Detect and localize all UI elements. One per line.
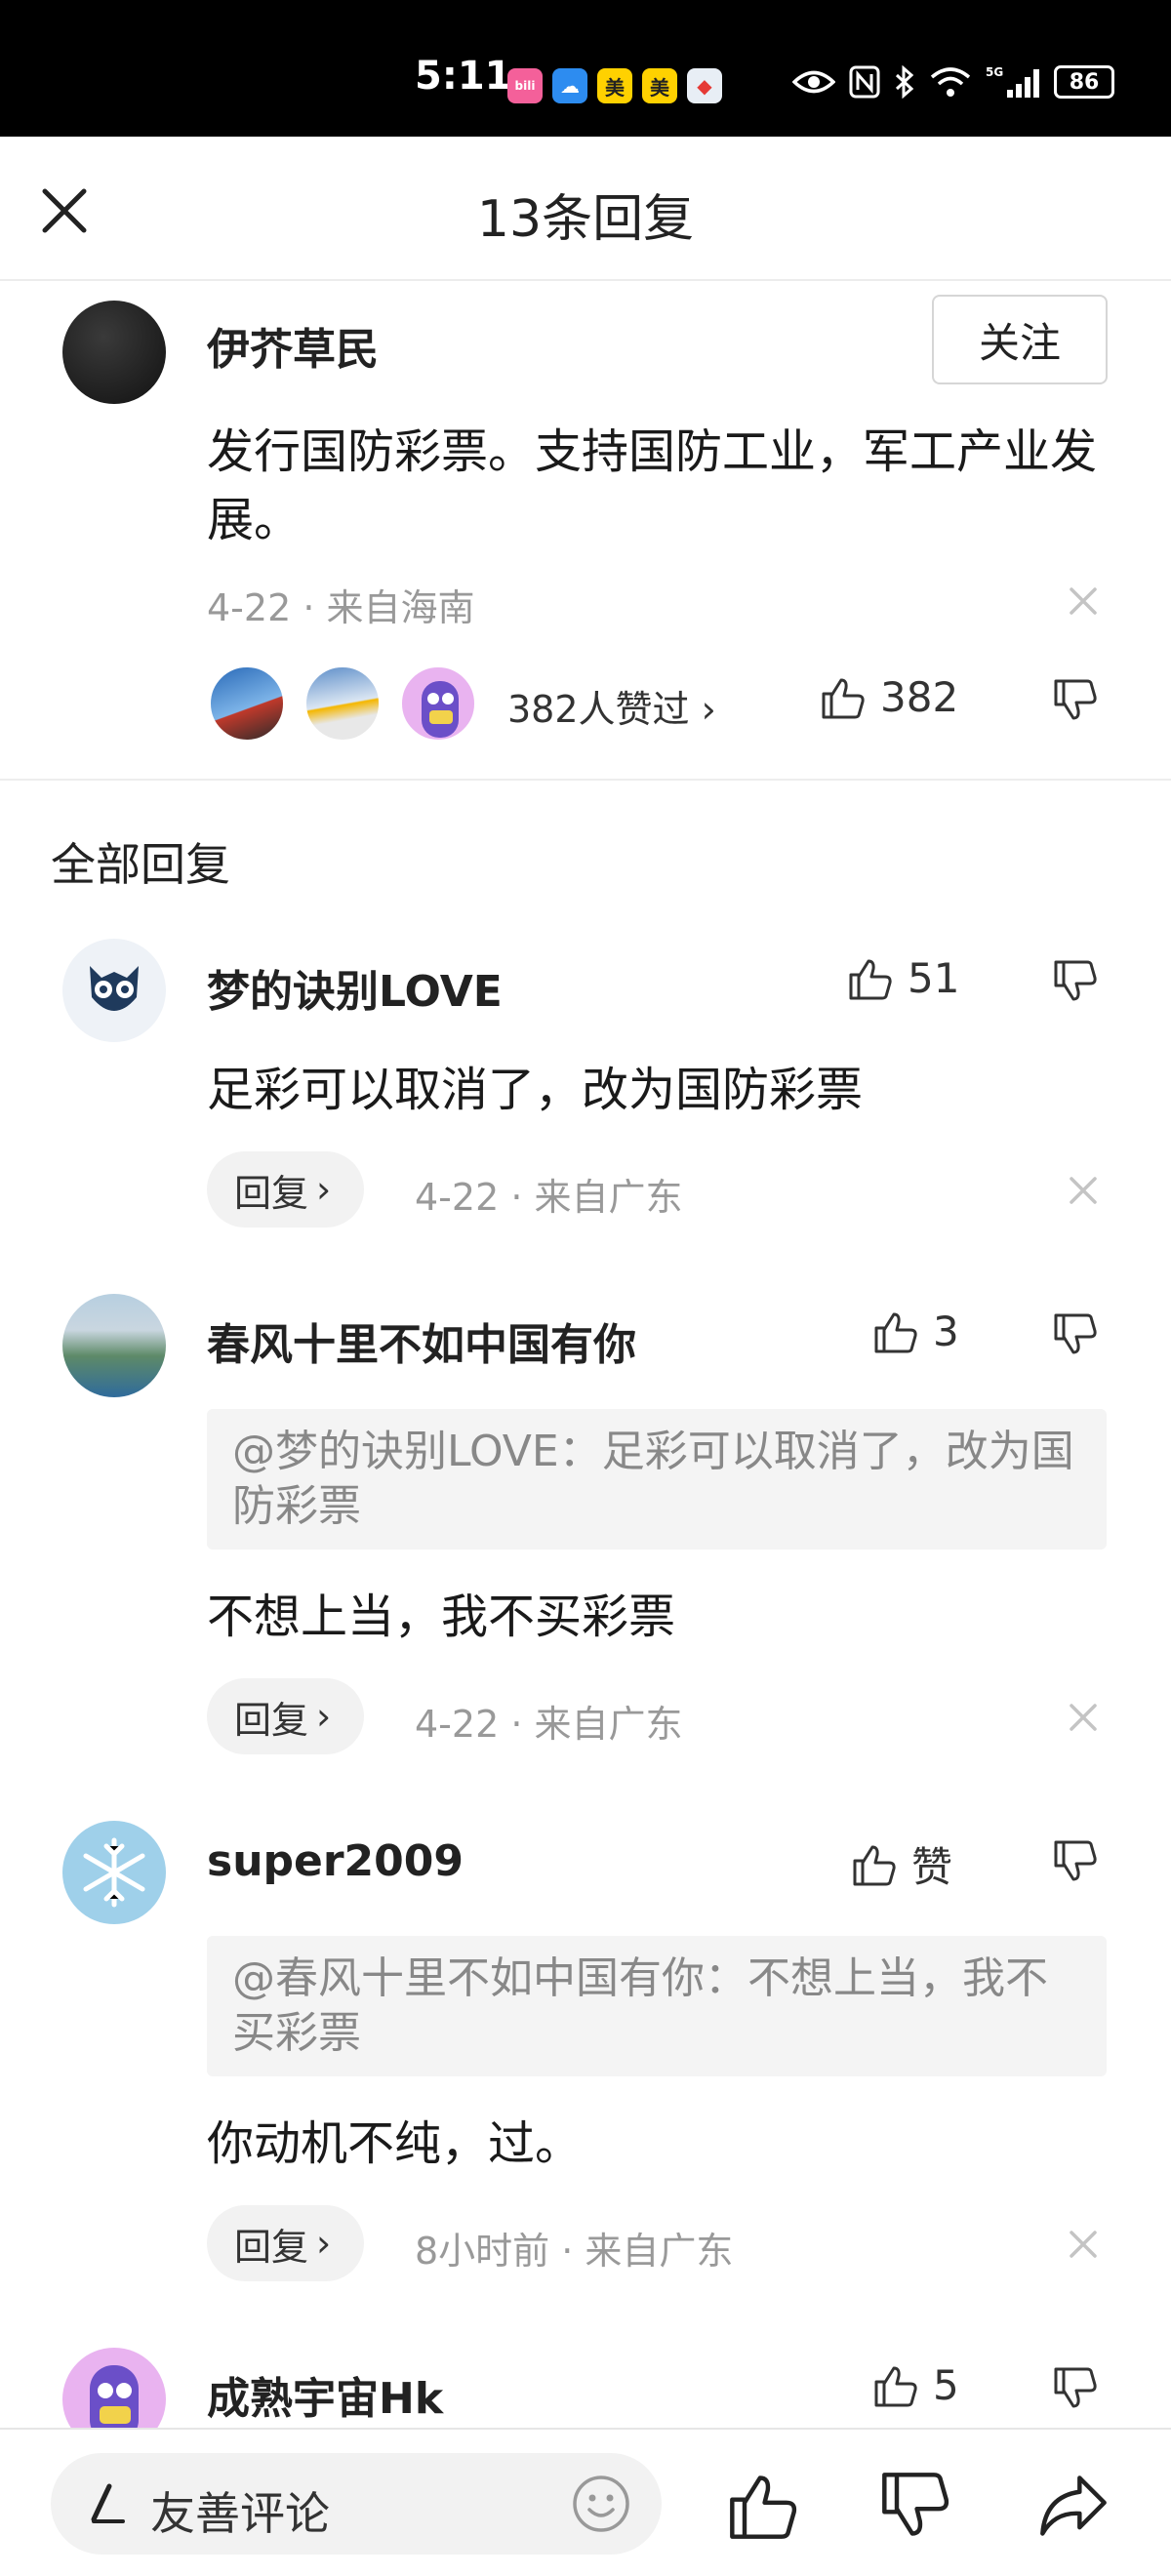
status-app-icons: bili ☁ 美 美 ◆ xyxy=(507,68,722,103)
reply-label: 回复 xyxy=(234,1171,309,1215)
thumbs-down-icon[interactable] xyxy=(1052,677,1099,724)
owl-avatar-icon xyxy=(90,966,139,1011)
quoted-reply: @春风十里不如中国有你：不想上当，我不买彩票 xyxy=(207,1936,1107,2076)
reply-text: 不想上当，我不买彩票 xyxy=(207,1590,676,1644)
comment-text: 发行国防彩票。支持国防工业，军工产业发展。 xyxy=(207,424,1098,547)
thumbs-up-icon[interactable] xyxy=(726,2469,800,2543)
comment-placeholder: 友善评论 xyxy=(150,2487,330,2540)
thumbs-down-icon[interactable] xyxy=(1052,2365,1099,2412)
reply-button[interactable]: 回复 › xyxy=(207,1151,365,1228)
avatar[interactable] xyxy=(62,939,166,1042)
divider xyxy=(0,779,1171,781)
like-button[interactable]: 51 xyxy=(847,954,959,1002)
pen-icon xyxy=(91,2483,125,2523)
dismiss-icon[interactable] xyxy=(1064,2225,1103,2264)
thumbs-down-icon[interactable] xyxy=(878,2469,952,2543)
bottom-bar: 友善评论 xyxy=(0,2428,1171,2576)
compass-app-icon: ◆ xyxy=(687,68,722,103)
thumbs-up-icon xyxy=(874,1312,917,1352)
svg-text:5G: 5G xyxy=(986,65,1003,79)
follow-button[interactable]: 关注 xyxy=(932,295,1108,384)
thumbs-up-icon xyxy=(822,678,865,718)
sheet-header: 13条回复 xyxy=(0,137,1171,281)
dismiss-icon[interactable] xyxy=(1064,582,1103,621)
quoted-reply: @梦的诀别LOVE：足彩可以取消了，改为国防彩票 xyxy=(207,1409,1107,1550)
reply-meta: 4-22 · 来自广东 xyxy=(415,1703,683,1746)
reply-meta: 4-22 · 来自广东 xyxy=(415,1176,683,1219)
thumbs-up-icon xyxy=(853,1845,896,1885)
avatar xyxy=(209,665,285,742)
chevron-right-icon: › xyxy=(316,1695,332,1738)
reply-button[interactable]: 回复 › xyxy=(207,2205,365,2281)
thumbs-up-icon xyxy=(849,959,892,999)
chevron-right-icon: › xyxy=(316,2222,332,2265)
avatar[interactable] xyxy=(62,1294,166,1397)
username[interactable]: 伊芥草民 xyxy=(207,314,379,377)
page-title: 13条回复 xyxy=(476,190,695,249)
like-count: 赞 xyxy=(911,1843,953,1891)
like-button[interactable]: 3 xyxy=(872,1308,959,1355)
meituan-app-icon-2: 美 xyxy=(642,68,677,103)
reply-label: 回复 xyxy=(234,2225,309,2269)
thumbs-down-icon[interactable] xyxy=(1052,1838,1099,1885)
chevron-right-icon: › xyxy=(316,1168,332,1211)
status-indicators: 5G 86 xyxy=(792,64,1114,100)
snowflake-avatar-icon xyxy=(83,1837,145,1908)
status-time: 5:11 xyxy=(415,54,512,99)
thumbs-down-icon[interactable] xyxy=(1052,1311,1099,1358)
emoji-icon[interactable] xyxy=(570,2473,632,2535)
avatar[interactable] xyxy=(62,301,166,404)
like-count: 382 xyxy=(880,673,959,721)
eye-icon xyxy=(792,70,835,94)
reply-label: 回复 xyxy=(234,1698,309,1742)
weather-app-icon: ☁ xyxy=(552,68,587,103)
thumbs-up-icon xyxy=(874,2366,917,2406)
reply-text: 你动机不纯，过。 xyxy=(207,2116,583,2171)
username[interactable]: 成熟宇宙Hk xyxy=(207,2363,443,2426)
likes-summary-label: 382人赞过 xyxy=(507,688,690,731)
like-count: 5 xyxy=(933,2361,959,2409)
reply-meta: 8小时前 · 来自广东 xyxy=(415,2230,734,2273)
wifi-icon xyxy=(930,67,971,97)
avatar xyxy=(304,665,381,742)
dismiss-icon[interactable] xyxy=(1064,1171,1103,1210)
comment-input[interactable]: 友善评论 xyxy=(51,2453,662,2555)
nfc-icon xyxy=(849,65,880,99)
username[interactable]: 春风十里不如中国有你 xyxy=(207,1309,636,1372)
like-button[interactable]: 赞 xyxy=(851,1834,952,1894)
like-button[interactable]: 382 xyxy=(820,673,958,721)
battery-indicator: 86 xyxy=(1054,65,1114,99)
username[interactable]: super2009 xyxy=(207,1836,464,1886)
bluetooth-icon xyxy=(895,65,914,99)
meituan-app-icon: 美 xyxy=(597,68,632,103)
replies-sheet: 13条回复 伊芥草民 关注 发行国防彩票。支持国防工业，军工产业发展。 4-22… xyxy=(0,137,1171,2576)
monster-avatar-icon xyxy=(422,681,459,738)
thumbs-down-icon[interactable] xyxy=(1052,958,1099,1005)
like-button[interactable]: 5 xyxy=(872,2361,959,2409)
section-title: 全部回复 xyxy=(51,838,230,891)
dismiss-icon[interactable] xyxy=(1064,1698,1103,1737)
avatar xyxy=(400,665,476,742)
chevron-right-icon: › xyxy=(701,688,716,731)
comment-meta: 4-22 · 来自海南 xyxy=(207,586,475,629)
avatar[interactable] xyxy=(62,1821,166,1924)
share-icon[interactable] xyxy=(1036,2469,1110,2543)
bilibili-app-icon: bili xyxy=(507,68,543,103)
status-bar: 5:11 bili ☁ 美 美 ◆ 5G 86 xyxy=(0,0,1171,137)
likers-avatars[interactable] xyxy=(209,665,496,742)
like-count: 3 xyxy=(933,1308,959,1355)
signal-5g-icon: 5G xyxy=(986,65,1039,98)
username[interactable]: 梦的诀别LOVE xyxy=(207,956,503,1019)
like-count: 51 xyxy=(908,954,960,1002)
reply-button[interactable]: 回复 › xyxy=(207,1678,365,1754)
reply-text: 足彩可以取消了，改为国防彩票 xyxy=(207,1063,864,1117)
likes-summary-link[interactable]: 382人赞过 › xyxy=(507,679,716,733)
